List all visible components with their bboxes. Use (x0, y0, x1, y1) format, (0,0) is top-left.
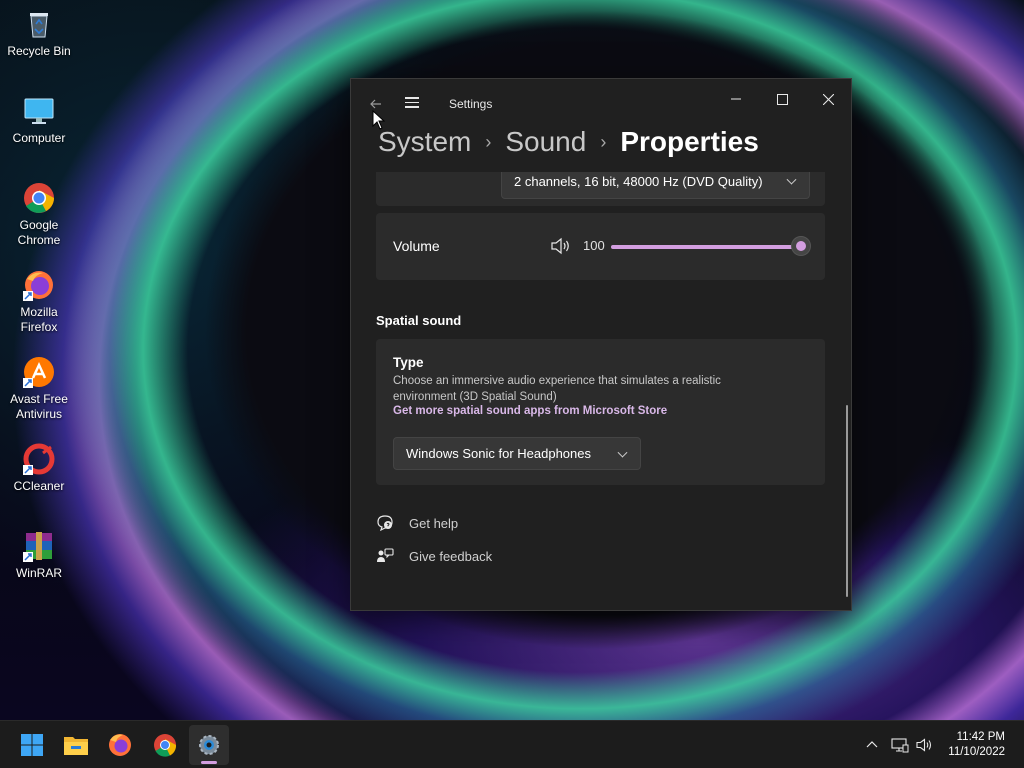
format-value: 2 channels, 16 bit, 48000 Hz (DVD Qualit… (514, 173, 763, 189)
firefox-icon (23, 269, 55, 301)
breadcrumb: System › Sound › Properties (378, 126, 759, 158)
chevron-down-icon (617, 447, 628, 458)
spatial-type-card: Type Choose an immersive audio experienc… (376, 339, 825, 485)
settings-gear-icon (199, 735, 219, 755)
maximize-icon (776, 93, 788, 105)
desktop-icon-label: WinRAR (15, 566, 62, 580)
get-help-label: Get help (409, 515, 459, 531)
desktop-icon-firefox[interactable]: Mozilla Firefox (1, 269, 77, 335)
taskbar-firefox[interactable] (100, 725, 140, 765)
close-icon (822, 93, 834, 105)
back-arrow-icon (370, 99, 381, 109)
volume-card: Volume 100 (376, 213, 825, 280)
volume-value: 100 (583, 238, 605, 253)
settings-window: Settings System › Sound › Properties 2 c… (350, 78, 852, 611)
volume-tray[interactable] (916, 721, 934, 768)
breadcrumb-separator: › (485, 131, 492, 152)
minimize-button[interactable] (713, 84, 759, 114)
desktop-icon-label: Mozilla Firefox (20, 305, 58, 334)
microsoft-store-link[interactable]: Get more spatial sound apps from Microso… (393, 405, 667, 417)
active-app-indicator (201, 761, 217, 764)
spatial-type-dropdown[interactable]: Windows Sonic for Headphones (393, 437, 641, 470)
folder-icon (64, 737, 88, 755)
taskbar-clock[interactable]: 11:42 PM 11/10/2022 (948, 730, 1005, 760)
desktop-icon-recycle-bin[interactable]: Recycle Bin (1, 8, 77, 59)
volume-slider-track[interactable] (611, 245, 801, 249)
network-icon (891, 738, 909, 753)
taskbar-chrome[interactable] (145, 725, 185, 765)
avast-icon (23, 356, 55, 388)
minimize-icon (731, 98, 741, 100)
chrome-icon (23, 182, 55, 214)
network-tray[interactable] (891, 721, 909, 768)
desktop-icon-winrar[interactable]: WinRAR (1, 530, 77, 581)
spatial-type-title: Type (393, 355, 424, 370)
ccleaner-icon (23, 443, 55, 475)
give-feedback-link[interactable]: Give feedback (376, 547, 492, 565)
mouse-cursor-icon (372, 110, 386, 130)
clock-time: 11:42 PM (956, 731, 1005, 743)
format-card: 2 channels, 16 bit, 48000 Hz (DVD Qualit… (376, 172, 825, 206)
window-title: Settings (449, 97, 493, 111)
close-button[interactable] (805, 84, 851, 114)
get-help-link[interactable]: Get help (376, 514, 458, 532)
nav-menu-button[interactable] (405, 94, 425, 114)
breadcrumb-sound[interactable]: Sound (505, 126, 586, 158)
breadcrumb-separator: › (600, 131, 607, 152)
desktop-icon-avast[interactable]: Avast Free Antivirus (1, 356, 77, 422)
speaker-icon (916, 738, 932, 752)
chrome-icon (154, 734, 177, 757)
start-button[interactable] (12, 725, 52, 765)
title-bar[interactable]: Settings (351, 79, 851, 129)
desktop-icon-chrome[interactable]: Google Chrome (1, 182, 77, 248)
feedback-icon (376, 547, 394, 565)
chevron-up-icon[interactable] (864, 737, 880, 753)
taskbar-settings[interactable] (189, 725, 229, 765)
maximize-button[interactable] (759, 84, 805, 114)
firefox-icon (109, 734, 131, 756)
volume-slider-thumb[interactable] (791, 236, 811, 256)
computer-icon (23, 95, 55, 127)
volume-label: Volume (393, 238, 440, 254)
spatial-type-description: Choose an immersive audio experience tha… (393, 375, 721, 403)
settings-content: 2 channels, 16 bit, 48000 Hz (DVD Qualit… (351, 172, 851, 610)
desktop-icon-label: Computer (12, 131, 66, 145)
desktop-icon-label: CCleaner (13, 479, 65, 493)
desktop-icon-ccleaner[interactable]: CCleaner (1, 443, 77, 494)
desktop-icon-label: Avast Free Antivirus (10, 392, 68, 421)
clock-date: 11/10/2022 (948, 746, 1005, 758)
desktop-icon-label: Recycle Bin (7, 44, 71, 58)
desktop-icon-computer[interactable]: Computer (1, 95, 77, 146)
recycle-bin-icon (23, 8, 55, 40)
format-dropdown[interactable]: 2 channels, 16 bit, 48000 Hz (DVD Qualit… (501, 172, 810, 199)
taskbar-file-explorer[interactable] (56, 725, 96, 765)
breadcrumb-system[interactable]: System (378, 126, 471, 158)
spatial-sound-heading: Spatial sound (376, 313, 462, 328)
give-feedback-label: Give feedback (409, 548, 493, 564)
spatial-type-selected: Windows Sonic for Headphones (406, 446, 591, 461)
taskbar: 11:42 PM 11/10/2022 (0, 720, 1024, 768)
desktop-icon-label: Google Chrome (17, 218, 61, 247)
scrollbar[interactable] (846, 405, 848, 597)
chevron-down-icon (786, 174, 797, 185)
system-tray (864, 721, 880, 768)
speaker-icon[interactable] (550, 236, 572, 256)
winrar-icon (23, 530, 55, 562)
help-icon (376, 514, 394, 532)
breadcrumb-properties: Properties (620, 126, 759, 157)
windows-logo-icon (21, 734, 43, 756)
